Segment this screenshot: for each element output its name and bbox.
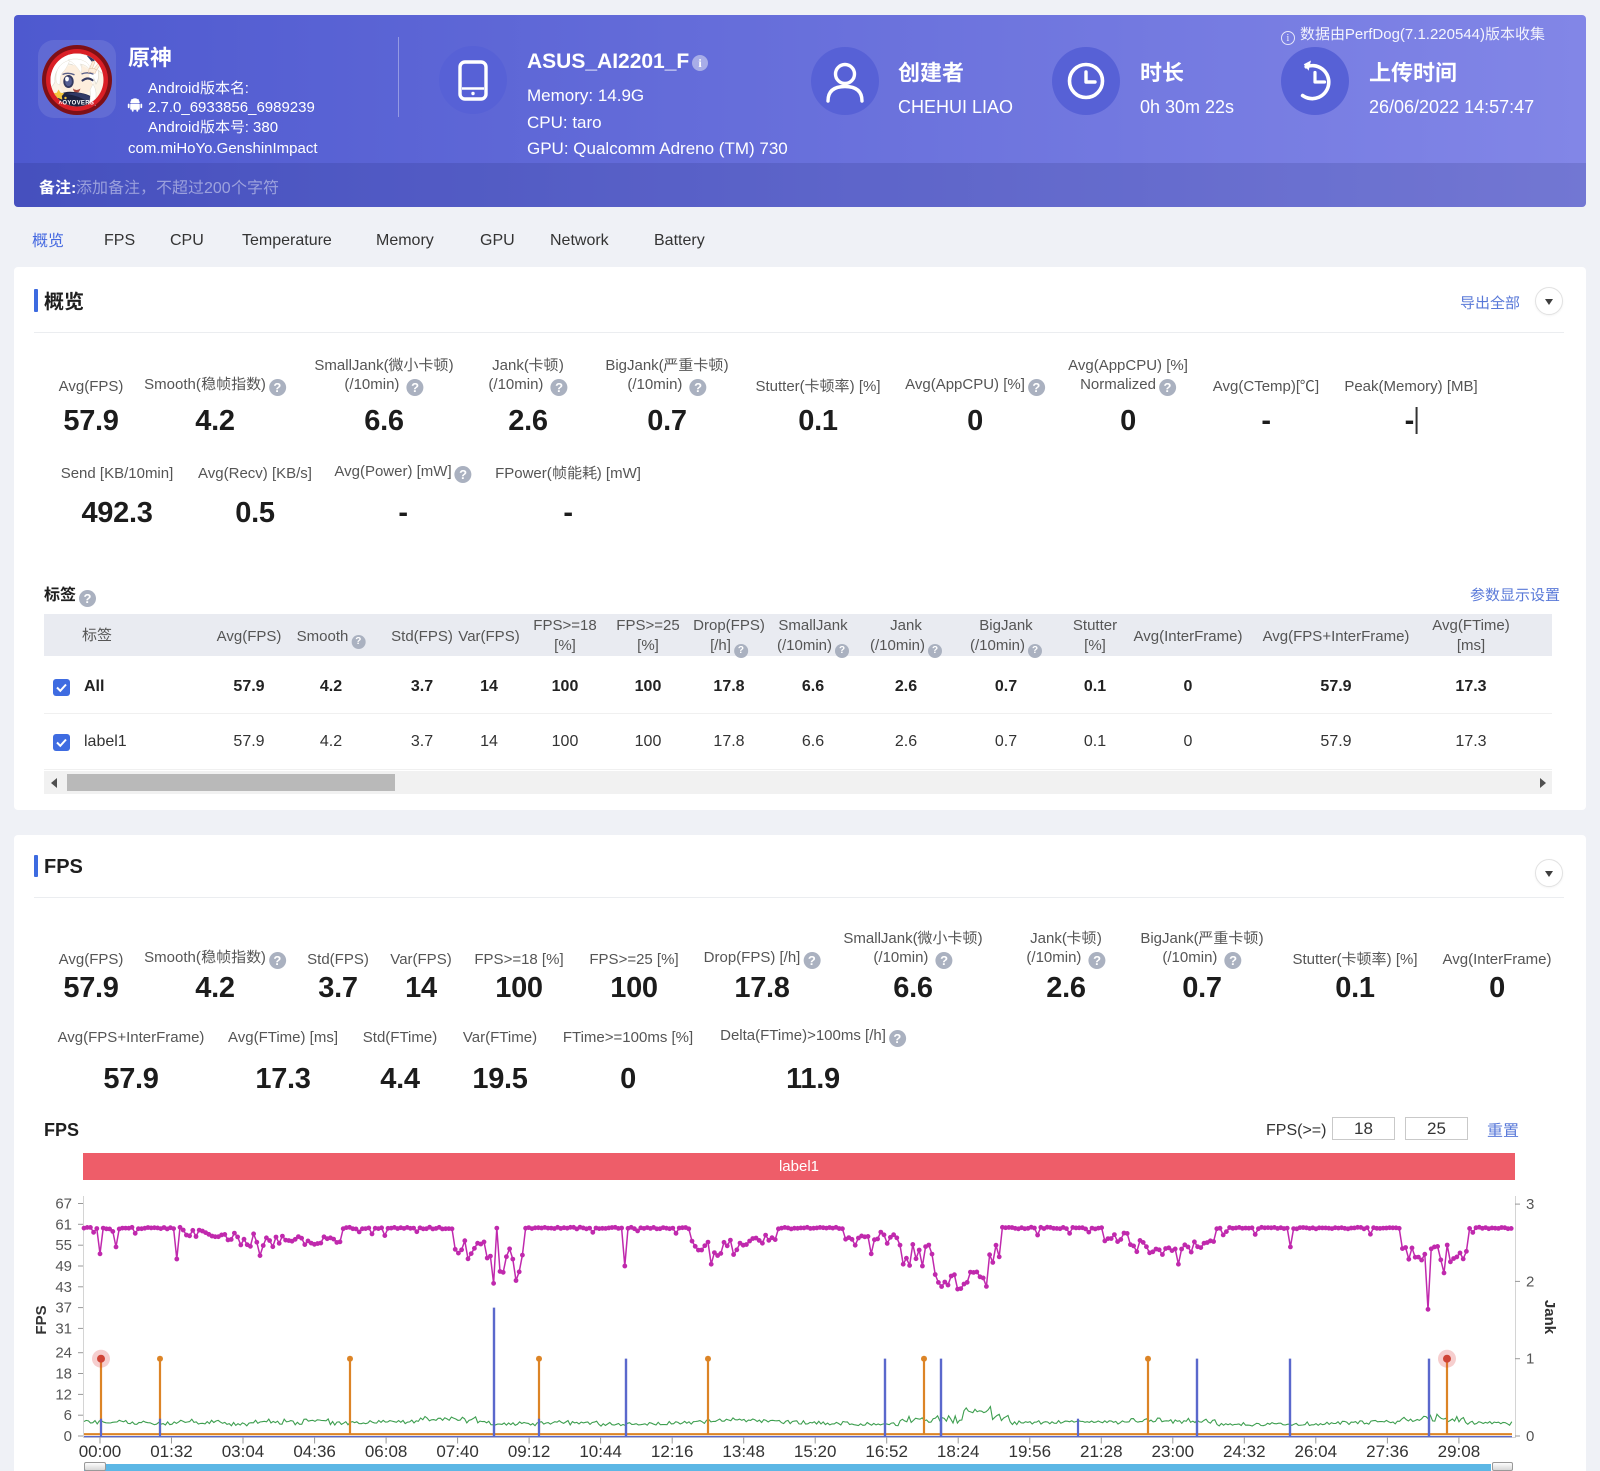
svg-text:06:08: 06:08 <box>365 1442 408 1461</box>
svg-text:3: 3 <box>1526 1196 1534 1213</box>
svg-text:07:40: 07:40 <box>436 1442 479 1461</box>
svg-text:˄OYOVERSˌ: ˄OYOVERSˌ <box>59 101 97 107</box>
svg-text:12:16: 12:16 <box>651 1442 694 1461</box>
svg-text:09:12: 09:12 <box>508 1442 551 1461</box>
svg-text:Jank: Jank <box>1541 1300 1558 1335</box>
svg-text:67: 67 <box>55 1195 72 1212</box>
svg-text:0: 0 <box>1526 1428 1534 1445</box>
svg-text:49: 49 <box>55 1258 72 1275</box>
svg-text:2: 2 <box>1526 1273 1534 1290</box>
svg-text:15:20: 15:20 <box>794 1442 837 1461</box>
svg-text:01:32: 01:32 <box>150 1442 193 1461</box>
svg-text:24:32: 24:32 <box>1223 1442 1266 1461</box>
svg-text:43: 43 <box>55 1279 72 1296</box>
svg-text:18:24: 18:24 <box>937 1442 980 1461</box>
svg-text:00:00: 00:00 <box>79 1442 122 1461</box>
svg-text:0: 0 <box>64 1428 72 1445</box>
svg-text:27:36: 27:36 <box>1366 1442 1409 1461</box>
svg-text:55: 55 <box>55 1237 72 1254</box>
svg-text:1: 1 <box>1526 1351 1534 1368</box>
svg-text:6: 6 <box>64 1407 72 1424</box>
svg-text:26:04: 26:04 <box>1295 1442 1338 1461</box>
svg-text:04:36: 04:36 <box>293 1442 336 1461</box>
svg-text:37: 37 <box>55 1300 72 1317</box>
svg-text:13:48: 13:48 <box>722 1442 765 1461</box>
svg-text:29:08: 29:08 <box>1438 1442 1481 1461</box>
svg-text:18: 18 <box>55 1365 72 1382</box>
svg-text:21:28: 21:28 <box>1080 1442 1123 1461</box>
svg-text:31: 31 <box>55 1320 72 1337</box>
svg-text:16:52: 16:52 <box>865 1442 908 1461</box>
svg-text:FPS: FPS <box>33 1305 50 1334</box>
svg-text:10:44: 10:44 <box>579 1442 622 1461</box>
svg-text:24: 24 <box>55 1345 72 1362</box>
svg-text:03:04: 03:04 <box>222 1442 265 1461</box>
svg-text:61: 61 <box>55 1216 72 1233</box>
svg-text:12: 12 <box>55 1386 72 1403</box>
svg-text:19:56: 19:56 <box>1009 1442 1052 1461</box>
svg-text:23:00: 23:00 <box>1152 1442 1195 1461</box>
